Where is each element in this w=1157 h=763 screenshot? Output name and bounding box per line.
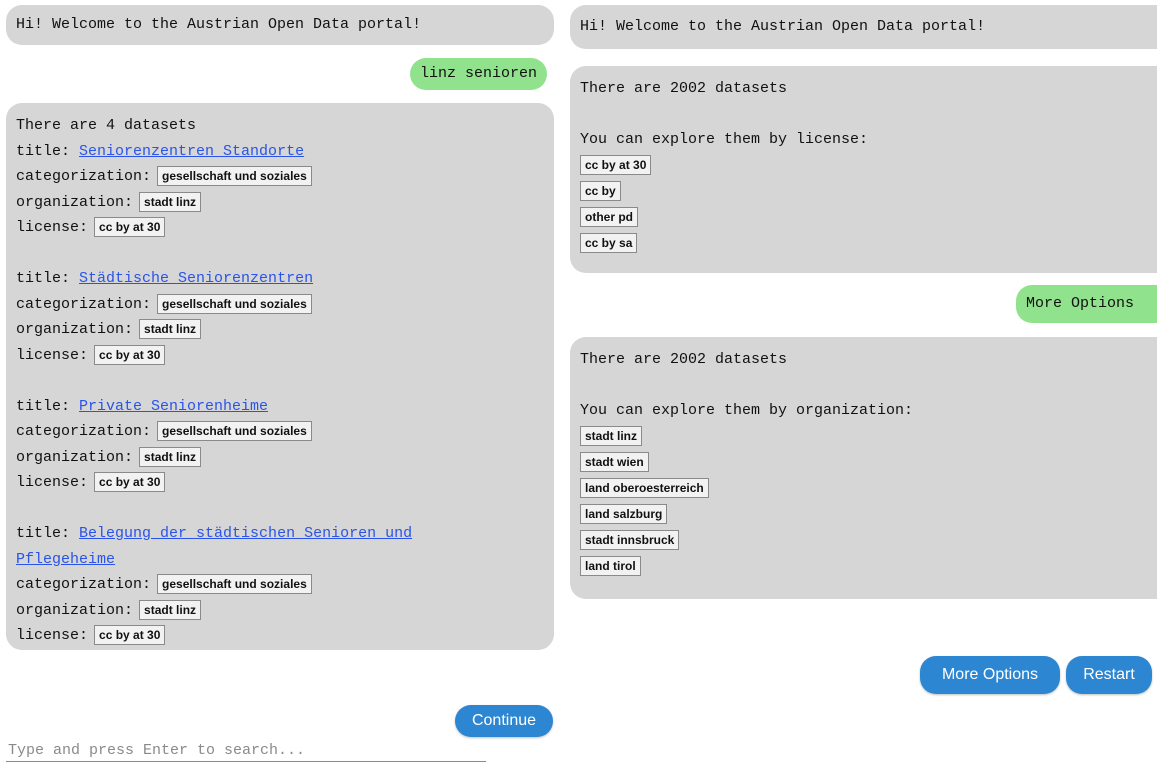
organization-tag[interactable]: stadt linz <box>139 319 202 340</box>
license-label: license: <box>16 627 89 644</box>
title-label: title: <box>16 397 71 415</box>
organization-option[interactable]: land oberoesterreich <box>580 477 709 498</box>
dataset-count-header: There are 2002 datasets <box>580 80 788 97</box>
organization-option[interactable]: stadt innsbruck <box>580 529 680 550</box>
dataset-title-link[interactable]: Belegung der städtischen Senioren und <box>79 525 412 542</box>
license-option[interactable]: cc by at 30 <box>580 154 652 175</box>
restart-button[interactable]: Restart <box>1066 656 1152 694</box>
user-more-options-bubble: More Options <box>1016 285 1157 323</box>
categorization-tag[interactable]: gesellschaft und soziales <box>157 166 312 187</box>
welcome-bubble-left: Hi! Welcome to the Austrian Open Data po… <box>6 5 554 45</box>
license-prompt: You can explore them by license: <box>580 131 869 148</box>
dataset-title-link[interactable]: Städtische Seniorenzentren <box>79 270 313 287</box>
organization-option[interactable]: land tirol <box>580 555 641 576</box>
organization-prompt: You can explore them by organization: <box>580 402 914 419</box>
organization-list: stadt linz stadt wien land oberoesterrei… <box>580 424 1147 580</box>
license-label: license: <box>16 346 89 364</box>
organization-option[interactable]: land salzburg <box>580 503 668 524</box>
organization-label: organization: <box>16 193 134 211</box>
license-label: license: <box>16 219 89 236</box>
organization-bubble: There are 2002 datasets You can explore … <box>570 337 1157 599</box>
organization-label: organization: <box>16 321 134 338</box>
results-bubble: There are 4 datasets title: Seniorenzent… <box>6 103 554 650</box>
license-option[interactable]: cc by sa <box>580 232 638 253</box>
welcome-bubble-right: Hi! Welcome to the Austrian Open Data po… <box>570 5 1157 49</box>
categorization-label: categorization: <box>16 168 152 185</box>
organization-option[interactable]: stadt wien <box>580 451 649 472</box>
categorization-tag[interactable]: gesellschaft und soziales <box>157 421 312 442</box>
user-query-text: linz senioren <box>420 65 538 82</box>
license-tag[interactable]: cc by at 30 <box>94 472 166 493</box>
organization-label: organization: <box>16 448 134 466</box>
title-label: title: <box>16 525 71 542</box>
categorization-tag[interactable]: gesellschaft und soziales <box>157 293 312 314</box>
user-more-options-text: More Options <box>1026 295 1135 312</box>
organization-tag[interactable]: stadt linz <box>139 191 202 212</box>
search-input[interactable] <box>6 740 486 762</box>
more-options-button[interactable]: More Options <box>920 656 1060 694</box>
dataset-title-link[interactable]: Seniorenzentren Standorte <box>79 143 304 160</box>
title-label: title: <box>16 270 71 287</box>
organization-option[interactable]: stadt linz <box>580 425 643 446</box>
organization-tag[interactable]: stadt linz <box>139 599 202 620</box>
title-label: title: <box>16 142 71 160</box>
results-header: There are 4 datasets <box>16 117 197 134</box>
license-bubble: There are 2002 datasets You can explore … <box>570 66 1157 273</box>
dataset-count-header: There are 2002 datasets <box>580 351 788 368</box>
license-label: license: <box>16 474 89 491</box>
license-tag[interactable]: cc by at 30 <box>94 344 166 365</box>
dataset-item: title: Seniorenzentren Standorte categor… <box>16 139 544 241</box>
dataset-title-link[interactable]: Private Seniorenheime <box>79 398 268 415</box>
continue-button[interactable]: Continue <box>455 705 553 737</box>
welcome-text: Hi! Welcome to the Austrian Open Data po… <box>580 18 986 35</box>
organization-label: organization: <box>16 601 134 619</box>
dataset-item: title: Städtische Seniorenzentren catego… <box>16 266 544 368</box>
dataset-item: title: Belegung der städtischen Senioren… <box>16 521 544 649</box>
dataset-item: title: Private Seniorenheime categorizat… <box>16 394 544 496</box>
dataset-title-link-continued[interactable]: Pflegeheime <box>16 551 115 568</box>
organization-tag[interactable]: stadt linz <box>139 446 202 467</box>
categorization-tag[interactable]: gesellschaft und soziales <box>157 574 312 595</box>
categorization-label: categorization: <box>16 423 152 440</box>
license-tag[interactable]: cc by at 30 <box>94 625 166 646</box>
license-tag[interactable]: cc by at 30 <box>94 217 166 238</box>
license-option[interactable]: cc by <box>580 180 621 201</box>
license-list: cc by at 30 cc by other pd cc by sa <box>580 153 1147 257</box>
categorization-label: categorization: <box>16 295 152 313</box>
welcome-text: Hi! Welcome to the Austrian Open Data po… <box>16 16 422 33</box>
user-query-bubble: linz senioren <box>410 58 548 90</box>
license-option[interactable]: other pd <box>580 206 638 227</box>
categorization-label: categorization: <box>16 576 152 593</box>
